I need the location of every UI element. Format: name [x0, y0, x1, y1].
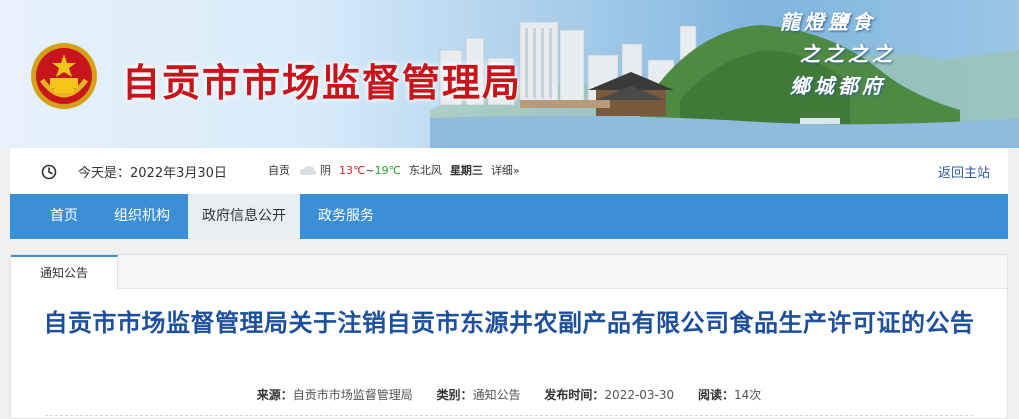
main-nav: 首页 组织机构 政府信息公开 政务服务 — [10, 194, 1008, 239]
nav-item-home[interactable]: 首页 — [32, 194, 96, 239]
weather-city: 自贡 — [268, 164, 290, 177]
nav-item-organization[interactable]: 组织机构 — [96, 194, 188, 239]
article-title: 自贡市市场监督管理局关于注销自贡市东源井农副产品有限公司食品生产许可证的公告 — [43, 309, 975, 337]
calligraphy-line-3: 鄉城都府 — [790, 74, 886, 98]
weather-widget: 自贡 阴 13℃ ~ 19℃ 东北风 星期三 详细» — [268, 162, 528, 178]
meta-views: 阅读：14次 — [698, 388, 761, 402]
nav-item-gov-info[interactable]: 政府信息公开 — [188, 194, 300, 239]
tab-notices[interactable]: 通知公告 — [11, 255, 118, 290]
national-emblem-logo — [31, 43, 97, 109]
meta-divider — [45, 415, 973, 416]
article-meta: 来源：自贡市市场监督管理局 类别：通知公告 发布时间：2022-03-30 阅读… — [11, 386, 1007, 403]
meta-date-value: 2022-03-30 — [604, 388, 675, 402]
meta-date-key: 发布时间： — [544, 388, 605, 402]
weather-detail-link[interactable]: 详细» — [491, 162, 520, 178]
nav-item-services[interactable]: 政务服务 — [300, 194, 392, 239]
weather-temp-low: 19℃ — [374, 163, 401, 177]
meta-source-key: 来源： — [256, 388, 293, 402]
weather-temp-high: 13℃ — [339, 163, 366, 177]
calligraphy-line-1: 龍燈鹽食 — [780, 10, 876, 34]
weather-wind: 东北风 — [408, 164, 442, 177]
calligraphy-line-2: 之之之之 — [800, 42, 896, 66]
article-panel: 通知公告 自贡市市场监督管理局关于注销自贡市东源井农副产品有限公司食品生产许可证… — [10, 254, 1008, 419]
info-bar: 今天是：2022年3月30日 自贡 阴 13℃ ~ 19℃ 东北风 星期三 详细… — [10, 148, 1008, 194]
meta-date: 发布时间：2022-03-30 — [544, 388, 674, 402]
weather-weekday: 星期三 — [449, 164, 483, 177]
meta-category: 类别：通知公告 — [437, 388, 521, 402]
site-title: 自贡市市场监督管理局 — [122, 61, 523, 105]
meta-source: 来源：自贡市市场监督管理局 — [257, 388, 413, 402]
meta-views-key: 阅读： — [698, 388, 735, 402]
back-home-link[interactable]: 返回主站 — [938, 162, 990, 181]
weather-temp-separator: ~ — [365, 163, 375, 177]
tab-bar: 通知公告 — [11, 255, 1007, 290]
header-banner: 自贡市市场监督管理局 龍燈鹽食 之之之之 鄉城都府 — [0, 0, 1019, 148]
clock-icon — [41, 164, 57, 180]
meta-views-value: 14次 — [734, 388, 762, 402]
cloud-icon — [299, 166, 317, 175]
weather-condition: 阴 — [320, 164, 331, 177]
meta-category-key: 类别： — [436, 388, 473, 402]
meta-source-value: 自贡市市场监督管理局 — [292, 388, 413, 402]
today-date: 今天是：2022年3月30日 — [78, 166, 227, 181]
meta-category-value: 通知公告 — [472, 388, 521, 402]
